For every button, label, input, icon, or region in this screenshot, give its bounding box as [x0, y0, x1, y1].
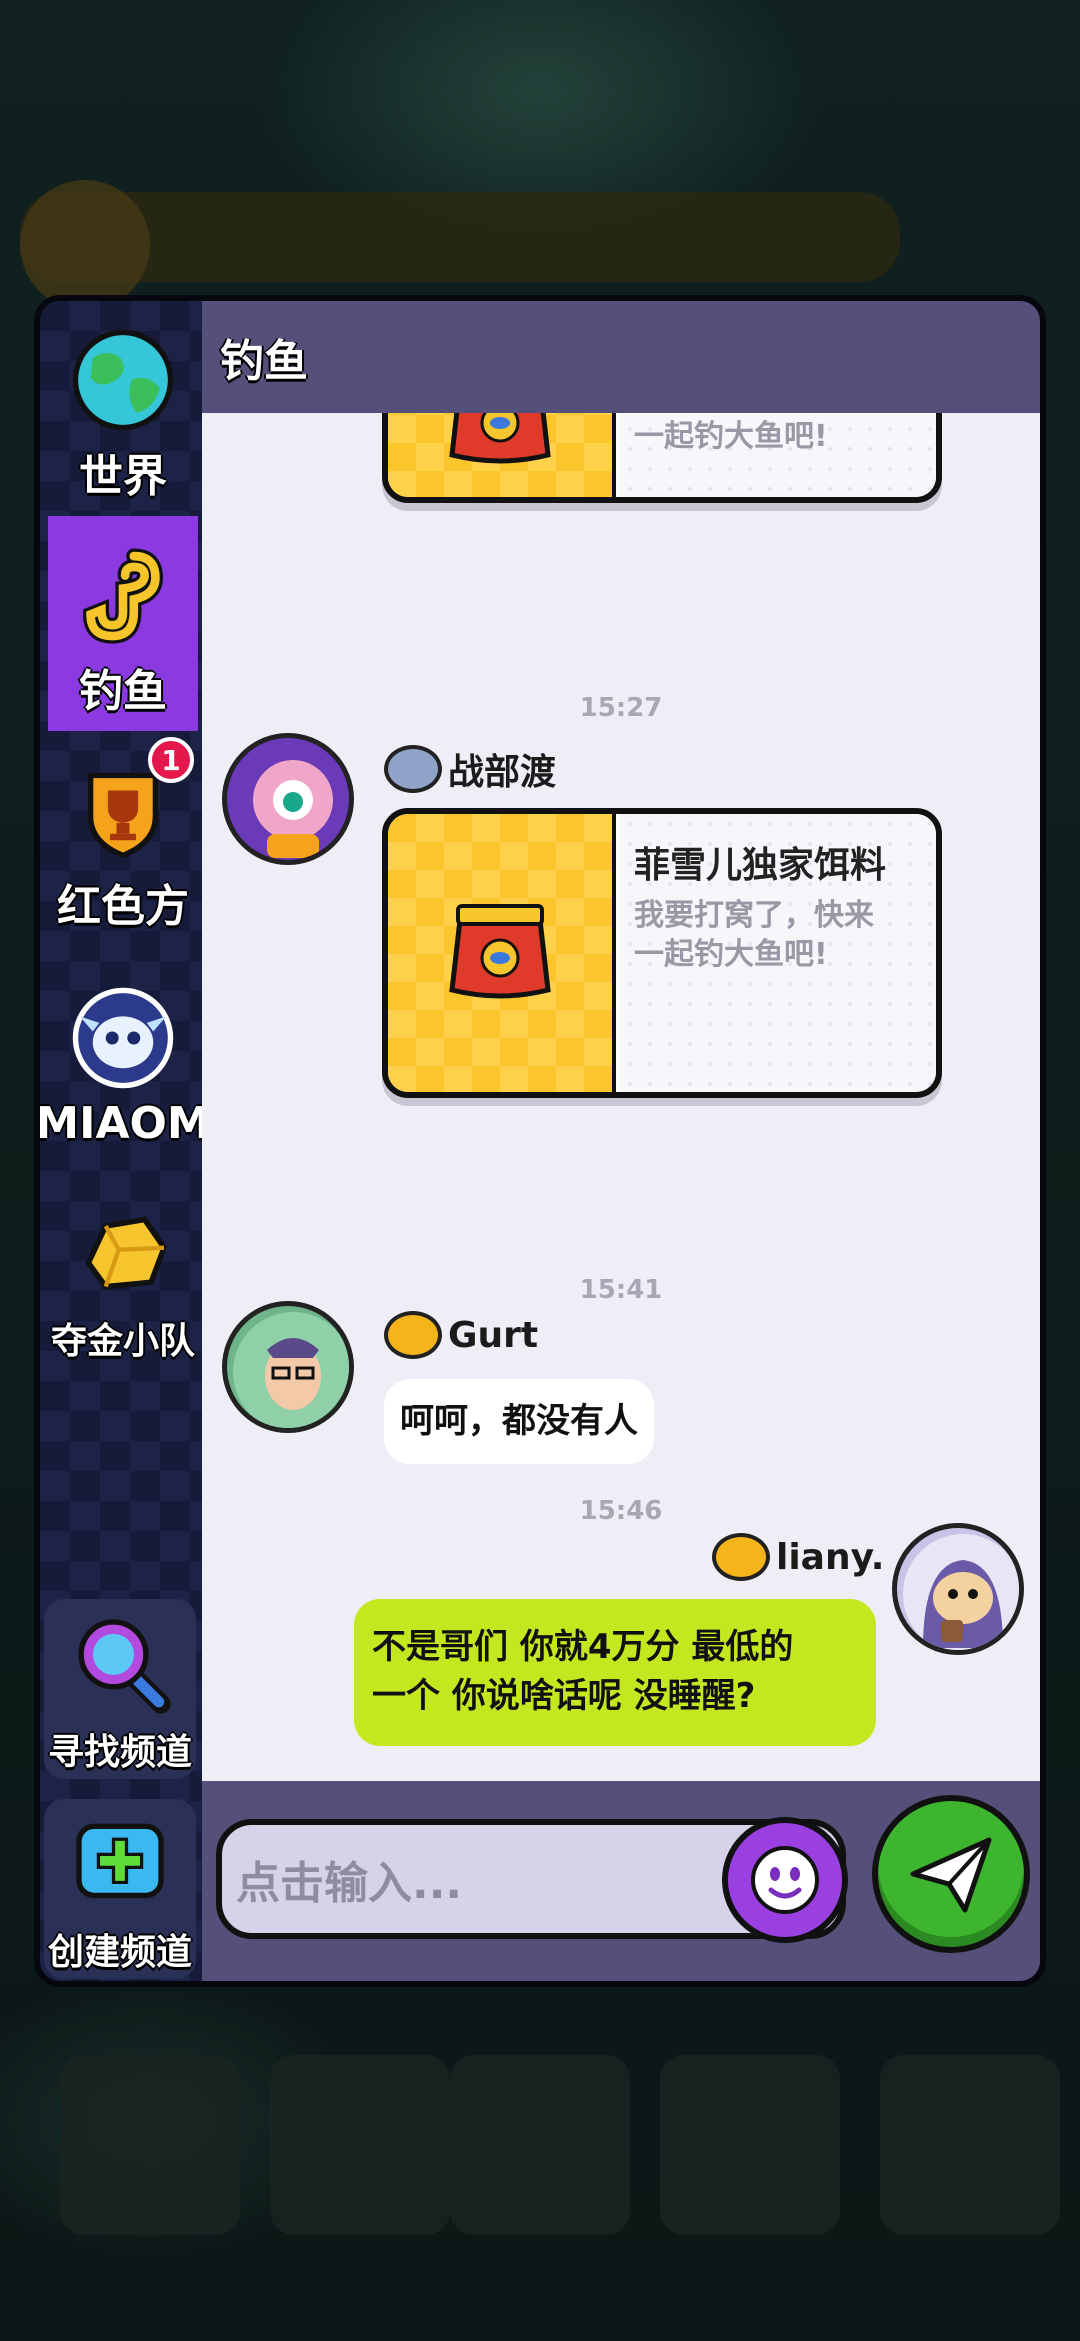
- sidebar-item-label: 红色方: [57, 881, 189, 932]
- avatar-image: [233, 1312, 349, 1428]
- username: Gurt: [448, 1314, 539, 1356]
- avatar-image: [253, 760, 333, 858]
- avatar[interactable]: [222, 1301, 354, 1433]
- timestamp: 15:41: [579, 1275, 663, 1305]
- magnifier-icon: [78, 1619, 171, 1714]
- rank-badge-icon: [384, 1311, 442, 1359]
- card-text: 一起钓大鱼吧!: [620, 413, 936, 497]
- sidebar-item-label: 夺金小队: [50, 1321, 195, 1362]
- find-channel-label: 寻找频道: [47, 1732, 192, 1773]
- bait-share-card[interactable]: 一起钓大鱼吧!: [382, 413, 942, 503]
- card-text: 菲雪儿独家饵料 我要打窝了，快来 一起钓大鱼吧!: [620, 814, 936, 1092]
- sidebar-item-miaom[interactable]: MIAOM: [40, 946, 211, 1161]
- message-line: 一个 你说啥话呢 没睡醒?: [372, 1676, 756, 1717]
- ghost-avatar-icon: [72, 987, 174, 1089]
- card-title: 菲雪儿独家饵料: [634, 845, 887, 886]
- sidebar-item-label: 世界: [79, 451, 167, 502]
- sidebar-item-red-team[interactable]: 1 红色方: [48, 731, 198, 946]
- avatar-image: [903, 1534, 1019, 1650]
- unread-badge: 1: [148, 737, 194, 783]
- emoji-button[interactable]: [722, 1817, 848, 1943]
- find-channel-button[interactable]: 寻找频道: [44, 1599, 196, 1779]
- channel-sidebar: 世界 钓鱼 1 红色方 MIAOM 夺金小队 寻找频道 创建频道: [40, 301, 211, 1981]
- background-nav-item: [880, 2055, 1060, 2235]
- rank-badge-icon: [712, 1533, 770, 1581]
- sidebar-item-label: MIAOM: [35, 1098, 211, 1149]
- fishing-hook-icon: [83, 548, 163, 644]
- sidebar-item-fishing[interactable]: 钓鱼: [48, 516, 198, 731]
- globe-icon: [72, 329, 174, 431]
- card-image: [388, 413, 616, 497]
- sidebar-item-label: 钓鱼: [79, 666, 167, 717]
- background-level-badge: [20, 180, 150, 310]
- gold-nugget-icon: [85, 1216, 168, 1290]
- bait-share-card[interactable]: 菲雪儿独家饵料 我要打窝了，快来 一起钓大鱼吧!: [382, 808, 942, 1098]
- bait-bag-icon: [449, 413, 551, 464]
- card-image: [388, 814, 616, 1092]
- smiley-icon: [751, 1846, 819, 1914]
- background-nav-item: [450, 2055, 630, 2235]
- message-bubble[interactable]: 呵呵，都没有人: [384, 1379, 654, 1465]
- avatar[interactable]: [892, 1523, 1024, 1655]
- username-row[interactable]: 战部渡: [384, 743, 556, 795]
- create-channel-label: 创建频道: [47, 1932, 192, 1973]
- background-nav-item: [270, 2055, 450, 2235]
- message-list[interactable]: 一起钓大鱼吧! 15:27 战部渡 菲雪儿独家饵料 我要打窝了，快来 一起钓大鱼…: [202, 413, 1040, 1787]
- message-line: 不是哥们 你就4万分 最低的: [372, 1627, 794, 1667]
- timestamp: 15:46: [579, 1496, 663, 1526]
- bait-bag-icon: [449, 904, 551, 999]
- create-channel-button[interactable]: 创建频道: [44, 1799, 196, 1979]
- background-nav-item: [60, 2055, 240, 2235]
- username: liany.: [776, 1536, 885, 1578]
- plus-icon: [76, 1823, 164, 1899]
- channel-header: 钓鱼: [202, 301, 1040, 413]
- send-button[interactable]: [872, 1795, 1030, 1953]
- channel-title: 钓鱼: [220, 336, 308, 387]
- card-description: 一起钓大鱼吧!: [634, 419, 828, 454]
- paper-plane-icon: [910, 1837, 992, 1913]
- rank-badge-icon: [384, 745, 442, 793]
- background-nav-item: [660, 2055, 840, 2235]
- username: 战部渡: [448, 752, 557, 793]
- sidebar-item-world[interactable]: 世界: [48, 301, 198, 516]
- sidebar-item-gold-squad[interactable]: 夺金小队: [48, 1161, 198, 1376]
- username-row[interactable]: liany.: [712, 1533, 884, 1581]
- username-row[interactable]: Gurt: [384, 1311, 538, 1359]
- chat-panel: 世界 钓鱼 1 红色方 MIAOM 夺金小队 寻找频道 创建频道 钓鱼 一起钓大…: [34, 295, 1046, 1987]
- input-bar: 点击输入...: [202, 1781, 1040, 1981]
- own-message-bubble[interactable]: 不是哥们 你就4万分 最低的 一个 你说啥话呢 没睡醒?: [354, 1599, 876, 1746]
- avatar[interactable]: [222, 733, 354, 865]
- card-description-line: 我要打窝了，快来: [634, 898, 874, 933]
- timestamp: 15:27: [579, 693, 663, 723]
- card-description-line: 一起钓大鱼吧!: [634, 937, 828, 972]
- background-top-bar: [20, 192, 900, 282]
